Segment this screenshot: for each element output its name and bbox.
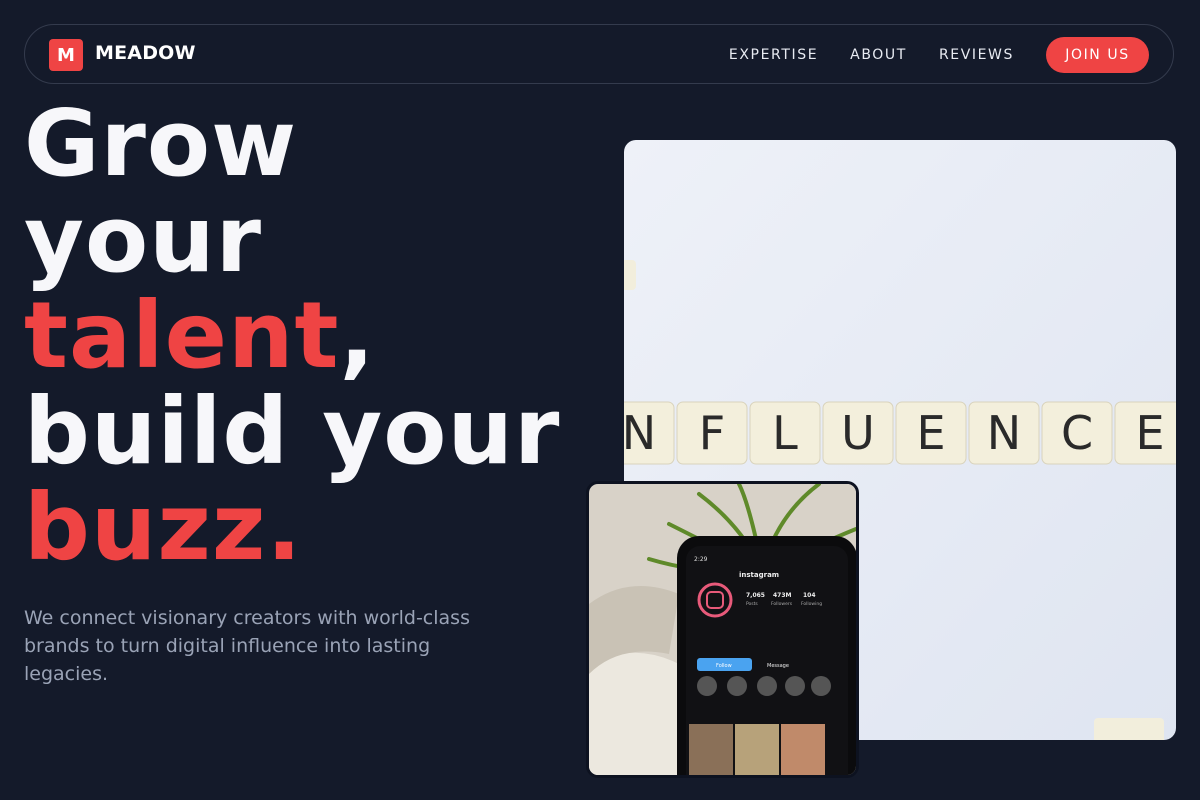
headline-comma: , — [339, 282, 376, 389]
phone-stat-following: 104 — [803, 592, 816, 599]
letter-tile-text: N — [624, 406, 656, 460]
hero-headline: Grow your talent, build your buzz. — [24, 96, 560, 576]
headline-accent-buzz: buzz. — [24, 474, 303, 581]
headline-accent-talent: talent — [24, 282, 340, 389]
logo-icon[interactable]: M — [49, 39, 83, 71]
nav-links: EXPERTISE ABOUT REVIEWS JOIN US — [729, 37, 1149, 73]
phone-stat-posts-label: Posts — [746, 601, 758, 607]
nav-link-reviews[interactable]: REVIEWS — [939, 47, 1014, 63]
letter-tile-text: L — [772, 406, 798, 460]
letter-tile-text: E — [1135, 406, 1164, 460]
phone-stat-followers: 473M — [773, 592, 792, 599]
letter-tile-text: U — [841, 406, 875, 460]
join-us-button[interactable]: JOIN US — [1046, 37, 1149, 73]
brand-name[interactable]: MEADOW — [95, 42, 196, 64]
phone-message-button: Message — [767, 663, 789, 669]
headline-line-4: build your — [24, 378, 561, 485]
nav-link-expertise[interactable]: EXPERTISE — [729, 47, 818, 63]
phone-stat-followers-label: Followers — [771, 601, 793, 607]
phone-stat-posts: 7,065 — [746, 592, 765, 599]
nav-link-about[interactable]: ABOUT — [850, 47, 907, 63]
headline-line-2: your — [24, 186, 263, 293]
hero-subtitle: We connect visionary creators with world… — [24, 607, 470, 685]
headline-line-1: Grow — [24, 90, 298, 197]
phone-follow-button: Follow — [716, 663, 732, 669]
phone-username: instagram — [739, 571, 779, 579]
letter-tile-text: C — [1061, 406, 1093, 460]
letter-tile-text: N — [987, 406, 1021, 460]
phone-stat-following-label: Following — [801, 601, 822, 607]
top-navbar: M MEADOW EXPERTISE ABOUT REVIEWS JOIN US — [24, 24, 1174, 84]
phone-time: 2:29 — [694, 556, 708, 563]
letter-tile-text: F — [699, 406, 725, 460]
phone-instagram-image: 2:29 instagram 7,065 473M 104 Posts Foll… — [586, 481, 859, 778]
letter-tile-text: E — [916, 406, 945, 460]
